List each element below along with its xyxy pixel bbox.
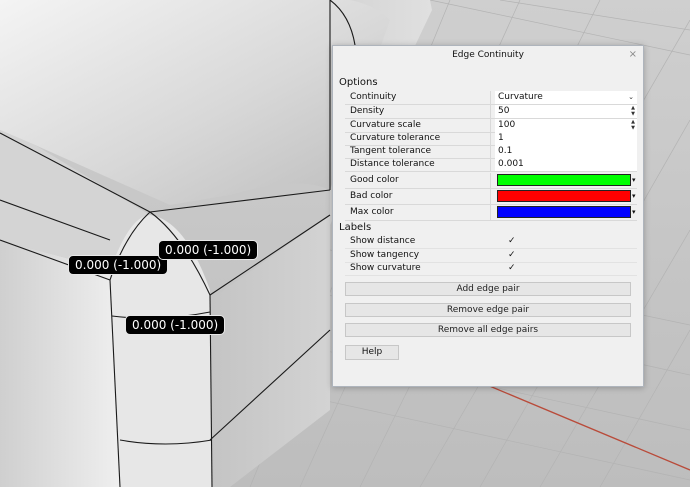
label-row-show-distance: Show distance ✓	[345, 235, 637, 249]
option-row-continuity: Continuity Curvature ⌄	[345, 91, 637, 105]
show-distance-checkbox[interactable]: ✓	[508, 235, 516, 248]
density-spinner[interactable]: 50 ▲ ▼	[495, 105, 637, 118]
option-label: Bad color	[345, 189, 491, 204]
labels-header: Labels	[339, 222, 372, 233]
option-label: Density	[345, 105, 491, 118]
continuity-label: 0.000 (-1.000)	[158, 240, 259, 260]
edge-continuity-dialog: Edge Continuity × Options Continuity Cur…	[332, 45, 644, 387]
option-label: Curvature tolerance	[345, 132, 491, 145]
options-header: Options	[339, 77, 378, 88]
distance-tolerance-field[interactable]: 0.001	[495, 158, 637, 171]
continuity-label: 0.000 (-1.000)	[125, 315, 226, 335]
bad-color-swatch[interactable]	[497, 190, 631, 202]
label-row-show-tangency: Show tangency ✓	[345, 249, 637, 263]
continuity-label: 0.000 (-1.000)	[68, 255, 169, 275]
option-row-density: Density 50 ▲ ▼	[345, 105, 637, 119]
label-option-text: Show tangency	[350, 250, 420, 260]
curvature-scale-spinner[interactable]: 100 ▲ ▼	[495, 119, 637, 132]
close-icon[interactable]: ×	[629, 49, 637, 60]
tangent-tolerance-field[interactable]: 0.1	[495, 145, 637, 158]
chevron-down-icon[interactable]: ▾	[632, 173, 636, 187]
help-button[interactable]: Help	[345, 345, 399, 360]
show-curvature-checkbox[interactable]: ✓	[508, 262, 516, 275]
label-option-text: Show curvature	[350, 263, 421, 273]
chevron-down-icon[interactable]: ▾	[632, 205, 636, 219]
spinner-arrows-icon[interactable]: ▲ ▼	[629, 105, 637, 118]
add-edge-pair-button[interactable]: Add edge pair	[345, 282, 631, 296]
show-tangency-checkbox[interactable]: ✓	[508, 249, 516, 262]
continuity-value: Curvature	[498, 92, 543, 102]
label-option-text: Show distance	[350, 236, 416, 246]
option-row-tangent-tolerance: Tangent tolerance 0.1	[345, 145, 637, 159]
option-row-bad-color: Bad color ▾	[345, 189, 637, 205]
option-row-good-color: Good color ▾	[345, 173, 637, 189]
good-color-swatch[interactable]	[497, 174, 631, 186]
remove-edge-pair-button[interactable]: Remove edge pair	[345, 303, 631, 317]
spinner-arrows-icon[interactable]: ▲ ▼	[629, 119, 637, 132]
option-row-max-color: Max color ▾	[345, 205, 637, 221]
dialog-title: Edge Continuity	[452, 50, 524, 60]
max-color-swatch[interactable]	[497, 206, 631, 218]
chevron-down-icon[interactable]: ▾	[632, 189, 636, 203]
option-label: Distance tolerance	[345, 158, 491, 171]
option-label: Tangent tolerance	[345, 145, 491, 158]
remove-all-edge-pairs-button[interactable]: Remove all edge pairs	[345, 323, 631, 337]
density-value: 50	[498, 106, 510, 116]
dialog-titlebar[interactable]: Edge Continuity ×	[333, 46, 643, 66]
curvature-tolerance-field[interactable]: 1	[495, 132, 637, 145]
option-label: Max color	[345, 205, 491, 220]
curvature-scale-value: 100	[498, 120, 516, 130]
option-row-distance-tolerance: Distance tolerance 0.001	[345, 158, 637, 172]
option-row-curvature-scale: Curvature scale 100 ▲ ▼	[345, 119, 637, 133]
option-label: Curvature scale	[345, 119, 491, 132]
option-label: Good color	[345, 173, 491, 188]
chevron-down-icon: ⌄	[628, 93, 634, 101]
label-row-show-curvature: Show curvature ✓	[345, 262, 637, 276]
continuity-dropdown[interactable]: Curvature ⌄	[495, 91, 637, 104]
option-label: Continuity	[345, 91, 491, 104]
option-row-curvature-tolerance: Curvature tolerance 1	[345, 132, 637, 146]
